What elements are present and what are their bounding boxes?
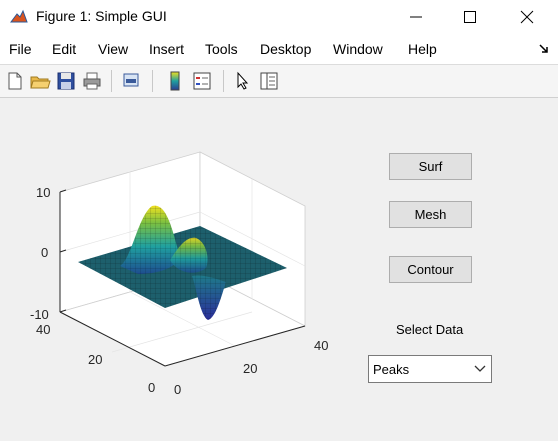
print-icon[interactable] [81,70,103,92]
minimize-button[interactable] [393,0,439,33]
save-icon[interactable] [55,70,77,92]
close-button[interactable] [504,0,550,33]
link-plot-icon[interactable] [120,70,142,92]
y-tick-label: 20 [88,352,102,367]
window-title: Figure 1: Simple GUI [36,8,167,24]
z-tick-label: 0 [41,245,48,260]
chevron-down-icon [474,365,486,372]
toolbar [0,65,558,98]
x-tick-label: 40 [314,338,328,353]
x-tick-label: 0 [174,382,181,397]
new-figure-icon[interactable] [4,70,26,92]
contour-button[interactable]: Contour [389,256,472,283]
menu-tools[interactable]: Tools [205,41,238,57]
colorbar-icon[interactable] [164,70,186,92]
matlab-icon [10,8,28,26]
pointer-icon[interactable] [232,70,254,92]
z-tick-label: -10 [30,307,49,322]
maximize-button[interactable] [447,0,493,33]
toolbar-separator [223,70,224,92]
surf-button[interactable]: Surf [389,153,472,180]
title-bar: Figure 1: Simple GUI [0,0,558,33]
data-select[interactable]: Peaks [368,355,492,383]
legend-icon[interactable] [191,70,213,92]
menu-bar: File Edit View Insert Tools Desktop Wind… [0,33,558,65]
menu-window[interactable]: Window [333,41,383,57]
property-inspector-icon[interactable] [258,70,280,92]
maximize-icon [464,10,476,23]
menu-edit[interactable]: Edit [52,41,76,57]
minimize-icon [410,16,422,17]
toolbar-separator [152,70,153,92]
data-select-value: Peaks [373,362,410,377]
mesh-button[interactable]: Mesh [389,201,472,228]
surface-plot[interactable]: 10 0 -10 40 20 0 0 20 40 [0,98,360,441]
y-tick-label: 40 [36,322,50,337]
menu-help[interactable]: Help [408,41,437,57]
menu-file[interactable]: File [9,41,32,57]
y-tick-label: 0 [148,380,155,395]
dock-arrow-icon[interactable] [538,43,550,55]
toolbar-separator [111,70,112,92]
open-file-icon[interactable] [29,70,51,92]
menu-insert[interactable]: Insert [149,41,184,57]
menu-desktop[interactable]: Desktop [260,41,311,57]
z-tick-label: 10 [36,185,50,200]
x-tick-label: 20 [243,361,257,376]
menu-view[interactable]: View [98,41,128,57]
select-data-label: Select Data [396,322,464,337]
close-icon [520,10,534,23]
